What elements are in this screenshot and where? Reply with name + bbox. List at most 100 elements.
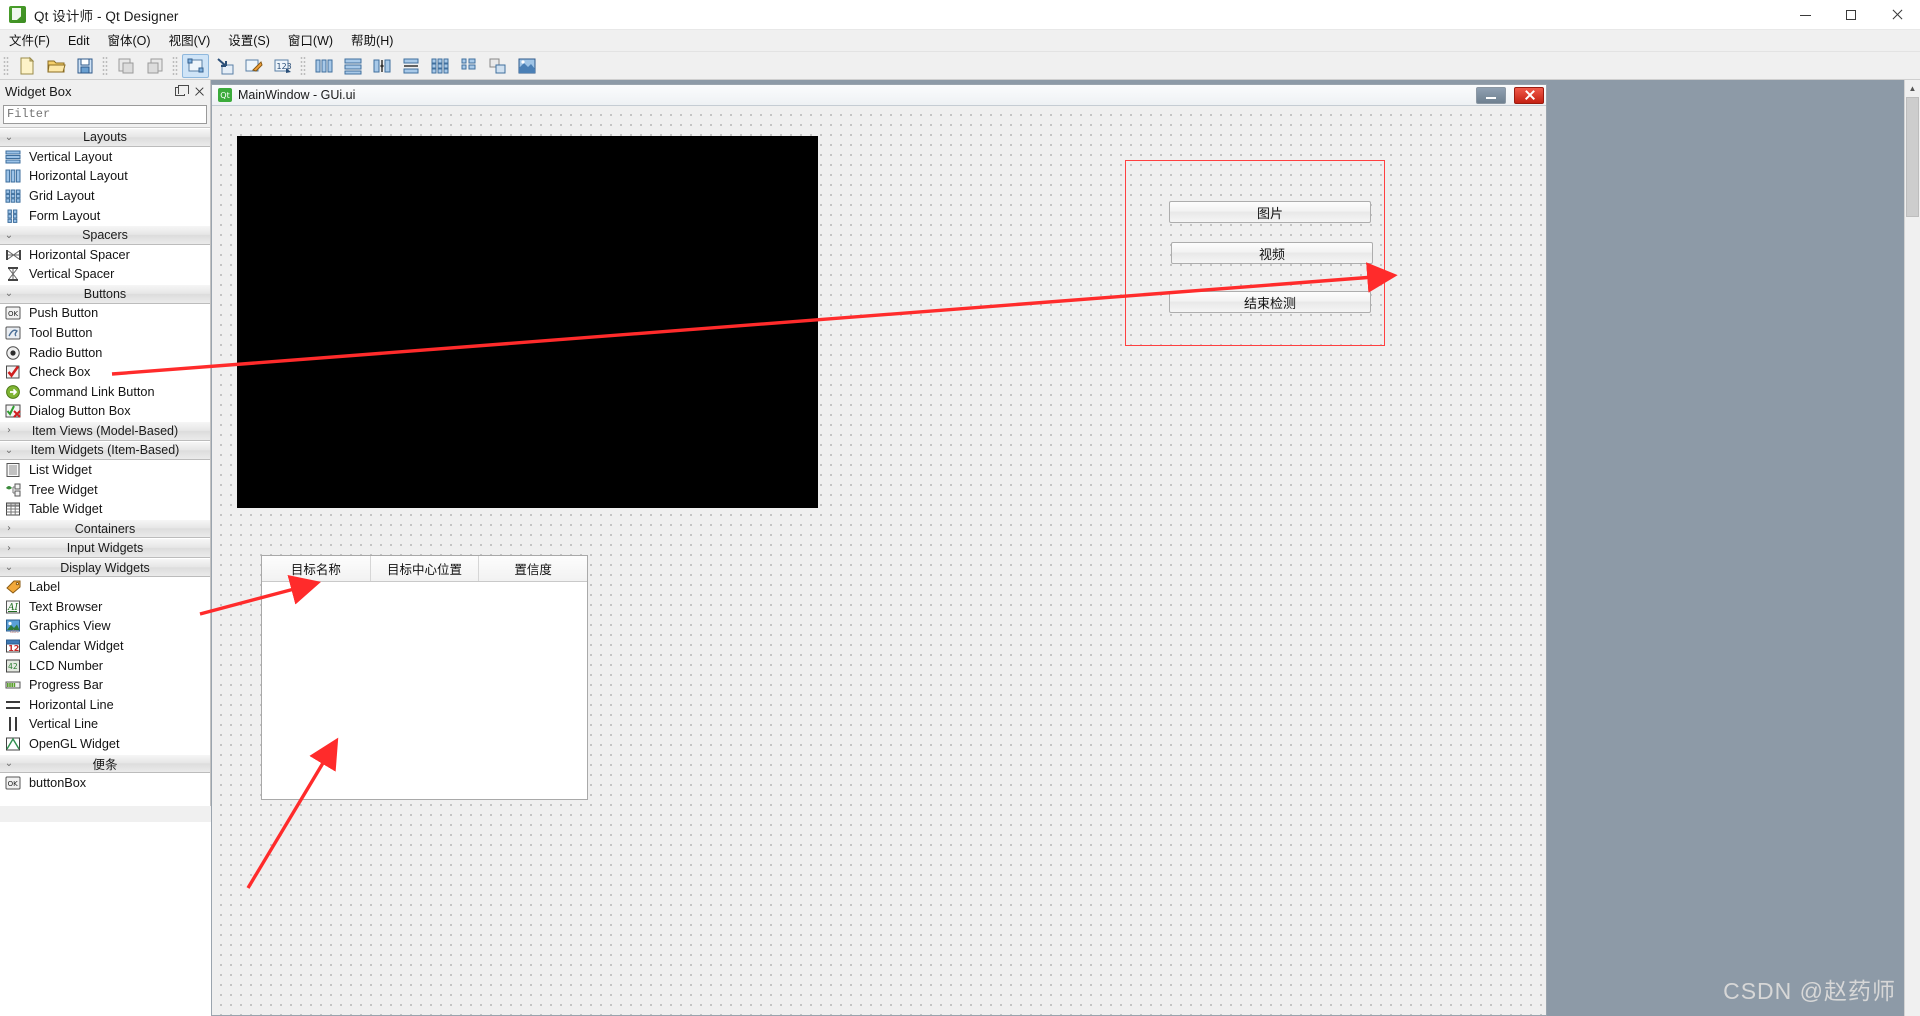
widget-item-horizontal-spacer[interactable]: Horizontal Spacer (0, 245, 210, 265)
float-dock-button[interactable] (172, 83, 189, 99)
edit-tab-order-button[interactable]: 123 (269, 54, 296, 78)
image-button[interactable]: 图片 (1169, 201, 1371, 223)
menu-item-file[interactable]: 文件(F) (0, 30, 59, 52)
widget-item-grid-layout[interactable]: Grid Layout (0, 186, 210, 206)
widget-item-tree-widget[interactable]: Tree Widget (0, 480, 210, 500)
edit-buddies-button[interactable] (240, 54, 267, 78)
close-button[interactable] (1874, 0, 1920, 30)
undo-button[interactable] (112, 54, 139, 78)
widget-item-label: Radio Button (29, 345, 103, 360)
maximize-button[interactable] (1828, 0, 1874, 30)
category-layouts[interactable]: ⌄ Layouts (0, 127, 210, 147)
graphics-view-icon: abc (5, 618, 22, 634)
category-scratchpad[interactable]: ⌄ 便条 (0, 753, 210, 774)
widget-item-opengl-widget[interactable]: OpenGL Widget (0, 734, 210, 754)
table-header-confidence[interactable]: 置信度 (479, 556, 588, 581)
table-body[interactable] (262, 582, 587, 799)
category-spacers[interactable]: ⌄ Spacers (0, 225, 210, 245)
widget-item-graphics-view[interactable]: abc Graphics View (0, 617, 210, 637)
chevron-right-icon: › (7, 542, 11, 554)
open-form-button[interactable] (42, 54, 69, 78)
widget-item-vertical-line[interactable]: Vertical Line (0, 715, 210, 735)
close-dock-button[interactable] (191, 83, 207, 99)
table-header-target-name[interactable]: 目标名称 (262, 556, 371, 581)
search-input[interactable] (3, 104, 207, 124)
menu-item-view[interactable]: 视图(V) (160, 30, 220, 52)
layout-vertically-button[interactable] (339, 54, 366, 78)
category-display-widgets[interactable]: ⌄ Display Widgets (0, 557, 210, 578)
widget-item-buttonbox[interactable]: OK buttonBox (0, 773, 210, 793)
widget-item-table-widget[interactable]: Table Widget (0, 499, 210, 519)
widget-item-list-widget[interactable]: List Widget (0, 460, 210, 480)
form-canvas[interactable]: 图片 视频 结束检测 目标名称 目标中心位置 置信度 (212, 106, 1546, 1015)
menu-item-window[interactable]: 窗口(W) (279, 30, 342, 52)
widget-item-vertical-spacer[interactable]: Vertical Spacer (0, 264, 210, 284)
widget-item-horizontal-layout[interactable]: Horizontal Layout (0, 167, 210, 187)
layout-form-icon (461, 58, 475, 69)
toolbar-handle[interactable] (3, 55, 9, 76)
adjust-size-button[interactable] (513, 54, 540, 78)
edit-widgets-button[interactable] (182, 53, 209, 78)
form-window-title-bar[interactable]: Qt MainWindow - GUi.ui (212, 85, 1546, 106)
layout-horizontally-icon (315, 59, 332, 72)
widget-item-dialog-button-box[interactable]: Dialog Button Box (0, 402, 210, 422)
widget-item-vertical-layout[interactable]: Vertical Layout (0, 147, 210, 167)
widget-item-label: Dialog Button Box (29, 404, 131, 419)
toolbar-handle-2[interactable] (102, 55, 108, 76)
scroll-thumb[interactable] (1906, 97, 1919, 217)
category-item-views[interactable]: › Item Views (Model-Based) (0, 421, 210, 441)
widget-item-label: Tool Button (29, 325, 93, 340)
menu-item-form[interactable]: 窗体(O) (99, 30, 160, 52)
category-item-widgets[interactable]: ⌄ Item Widgets (Item-Based) (0, 440, 210, 461)
widget-item-label: Text Browser (29, 599, 103, 614)
layout-grid-button[interactable] (426, 54, 453, 78)
calendar-widget-icon: 12 (5, 638, 22, 654)
chevron-down-icon: ⌄ (4, 131, 14, 143)
layout-splitter-horizontal-button[interactable] (368, 54, 395, 78)
toolbar-handle-4[interactable] (300, 55, 306, 76)
control-group-box[interactable]: 图片 视频 结束检测 (1125, 160, 1385, 346)
widget-item-progress-bar[interactable]: Progress Bar (0, 675, 210, 695)
title-bar: Qt 设计师 - Qt Designer (0, 0, 1920, 30)
widget-item-command-link-button[interactable]: Command Link Button (0, 382, 210, 402)
widget-item-label: List Widget (29, 462, 92, 477)
category-containers[interactable]: › Containers (0, 518, 210, 539)
mdi-vertical-scrollbar[interactable]: ▲ (1904, 80, 1920, 1016)
layout-splitter-vertical-button[interactable] (397, 54, 424, 78)
widget-item-label[interactable]: Label (0, 577, 210, 597)
stop-detection-button[interactable]: 结束检测 (1169, 291, 1371, 313)
break-layout-button[interactable] (484, 54, 511, 78)
table-header-target-position[interactable]: 目标中心位置 (370, 556, 480, 581)
form-close-button[interactable] (1514, 86, 1544, 104)
category-buttons[interactable]: ⌄ Buttons (0, 284, 210, 304)
widget-item-push-button[interactable]: OK Push Button (0, 304, 210, 324)
widget-item-calendar-widget[interactable]: 12 Calendar Widget (0, 636, 210, 656)
video-button[interactable]: 视频 (1171, 242, 1373, 264)
save-form-button[interactable] (71, 54, 98, 78)
category-input-widgets[interactable]: › Input Widgets (0, 538, 210, 558)
toolbar-handle-3[interactable] (172, 55, 178, 76)
layout-horizontally-button[interactable] (310, 54, 337, 78)
form-minimize-button[interactable] (1476, 86, 1506, 104)
minimize-button[interactable] (1782, 0, 1828, 30)
results-table-widget[interactable]: 目标名称 目标中心位置 置信度 (261, 555, 588, 800)
video-preview-area[interactable] (237, 136, 818, 508)
widget-item-text-browser[interactable]: AI Text Browser (0, 597, 210, 617)
menu-item-edit[interactable]: Edit (59, 30, 99, 52)
menu-item-help[interactable]: 帮助(H) (342, 30, 402, 52)
redo-button[interactable] (141, 54, 168, 78)
widget-item-form-layout[interactable]: Form Layout (0, 206, 210, 226)
layout-form-button[interactable] (455, 54, 482, 78)
scroll-up-arrow-icon[interactable]: ▲ (1905, 80, 1920, 96)
widget-item-lcd-number[interactable]: 42 LCD Number (0, 656, 210, 676)
widget-item-horizontal-line[interactable]: Horizontal Line (0, 695, 210, 715)
close-dock-icon (194, 86, 205, 97)
new-form-button[interactable] (13, 54, 40, 78)
window-controls (1782, 0, 1920, 30)
dock-status-bar (0, 806, 211, 822)
widget-item-tool-button[interactable]: Tool Button (0, 323, 210, 343)
menu-item-settings[interactable]: 设置(S) (219, 30, 279, 52)
widget-item-check-box[interactable]: Check Box (0, 362, 210, 382)
edit-signals-slots-button[interactable] (211, 54, 238, 78)
widget-item-radio-button[interactable]: Radio Button (0, 343, 210, 363)
